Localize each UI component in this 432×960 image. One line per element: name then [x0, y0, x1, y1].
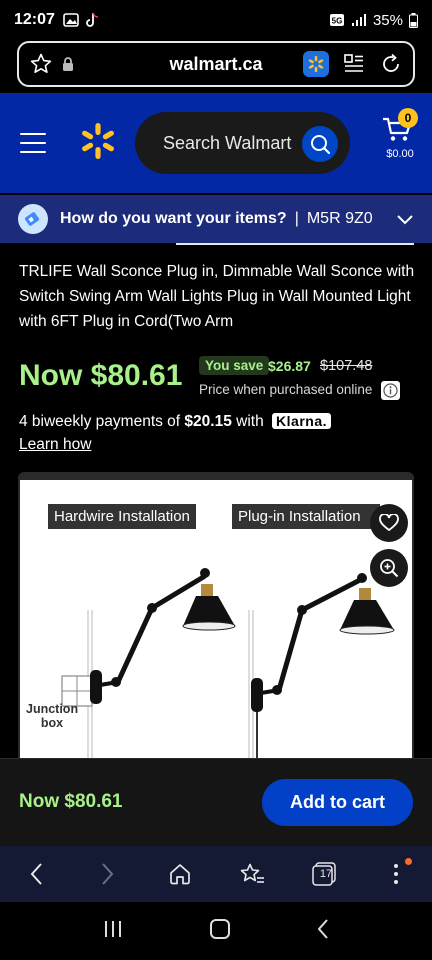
gallery-icon: [63, 13, 79, 27]
recent-apps-button[interactable]: [103, 920, 123, 943]
cart-total: $0.00: [386, 148, 414, 160]
zoom-button[interactable]: [370, 549, 408, 587]
product-image-frame: Hardwire Installation Plug-in Installati…: [18, 472, 414, 758]
reload-icon[interactable]: [379, 52, 403, 76]
postal-code: M5R 9Z0: [306, 210, 373, 227]
back-nav-button[interactable]: [317, 918, 329, 944]
chevron-left-icon: [30, 863, 42, 885]
product-content: TRLIFE Wall Sconce Plug in, Dimmable Wal…: [0, 243, 432, 758]
walmart-spark-logo[interactable]: [78, 121, 118, 161]
walmart-extension-icon[interactable]: [303, 51, 329, 77]
tabs-button[interactable]: 17: [302, 852, 346, 896]
recents-icon: [105, 920, 122, 937]
add-to-cart-button[interactable]: Add to cart: [262, 779, 413, 826]
info-icon[interactable]: [381, 381, 400, 400]
reader-mode-icon[interactable]: [343, 53, 365, 75]
delivery-separator: |: [294, 210, 299, 227]
sticky-add-to-cart-bar: Now $80.61 Add to cart: [0, 758, 432, 846]
cart-count-badge: 0: [398, 108, 418, 128]
clock: 12:07: [14, 11, 55, 28]
learn-how-link[interactable]: Learn how: [19, 436, 91, 454]
5g-icon: 5G: [329, 14, 344, 26]
back-chevron-icon: [317, 918, 328, 939]
menu-icon[interactable]: [20, 133, 46, 153]
bookmarks-button[interactable]: [230, 852, 274, 896]
klarna-logo: Klarna.: [272, 413, 331, 429]
you-save-amount: $26.87: [268, 358, 311, 374]
heart-icon: [379, 514, 399, 532]
search-button[interactable]: [302, 126, 338, 162]
search-placeholder: Search Walmart: [163, 132, 292, 153]
installment-amount: $20.15: [184, 413, 232, 430]
delivery-question: How do you want your items?: [60, 210, 287, 227]
lock-icon[interactable]: [61, 56, 75, 72]
divider: [176, 243, 414, 245]
system-nav-bar: [0, 902, 432, 960]
home-nav-button[interactable]: [209, 918, 230, 944]
current-price: Now $80.61: [19, 359, 183, 392]
favorite-button[interactable]: [370, 504, 408, 542]
more-menu-button[interactable]: [374, 852, 418, 896]
svg-text:5G: 5G: [332, 17, 343, 26]
search-input[interactable]: Search Walmart: [135, 112, 350, 174]
product-image[interactable]: Hardwire Installation Plug-in Installati…: [20, 480, 412, 758]
status-bar: 12:07 5G 35%: [0, 0, 432, 40]
sticky-price: Now $80.61: [19, 791, 123, 812]
battery-icon: [409, 12, 418, 28]
signal-icon: [351, 14, 366, 26]
notification-icons: [63, 12, 99, 28]
more-vertical-icon: [394, 864, 398, 884]
system-icons: 5G 35%: [329, 12, 418, 29]
tab-count: 17: [319, 868, 333, 880]
home-icon: [170, 864, 190, 885]
bookmark-star-icon[interactable]: [29, 52, 53, 76]
installment-suffix: with: [231, 413, 269, 430]
price-note: Price when purchased online: [199, 382, 373, 397]
tiktok-icon: [86, 12, 98, 27]
junction-label: Junction box: [26, 702, 79, 730]
search-icon: [311, 135, 331, 155]
star-list-icon: [240, 863, 264, 883]
battery-level: 35%: [372, 11, 403, 29]
zoom-in-icon: [380, 559, 399, 578]
walmart-header: Search Walmart 0 $0.00: [0, 93, 432, 193]
chevron-right-icon: [102, 863, 114, 885]
cart-button[interactable]: 0 $0.00: [380, 108, 420, 165]
hardwire-label: Hardwire Installation: [48, 504, 196, 529]
address-bar[interactable]: walmart.ca: [17, 41, 415, 87]
chevron-down-icon[interactable]: [396, 213, 414, 225]
product-title: TRLIFE Wall Sconce Plug in, Dimmable Wal…: [19, 263, 415, 330]
back-button[interactable]: [14, 852, 58, 896]
browser-toolbar: 17: [0, 846, 432, 902]
home-button[interactable]: [158, 852, 202, 896]
delivery-icon: [18, 204, 48, 234]
you-save-badge: You save: [199, 356, 270, 375]
installment-info: 4 biweekly payments of $20.15 with Klarn…: [19, 413, 331, 431]
plugin-label: Plug-in Installation: [232, 504, 380, 529]
home-square-icon: [209, 918, 230, 939]
delivery-selector[interactable]: How do you want your items? | M5R 9Z0: [0, 195, 432, 243]
installment-prefix: 4 biweekly payments of: [19, 413, 185, 430]
was-price: $107.48: [320, 358, 373, 374]
forward-button[interactable]: [86, 852, 130, 896]
notification-dot: [405, 858, 412, 865]
